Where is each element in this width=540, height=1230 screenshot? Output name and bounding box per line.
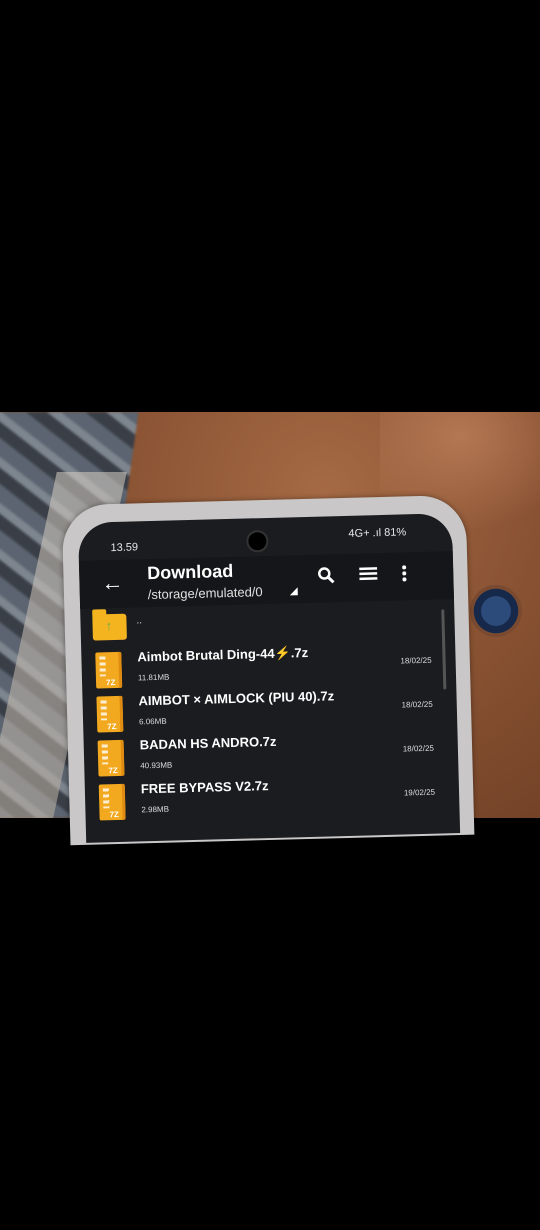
file-name: Aimbot Brutal Ding-44⚡.7z [137,644,309,665]
status-time: 13.59 [110,541,139,555]
search-icon[interactable] [317,566,336,589]
page-title: Download [146,560,234,584]
archive-7z-icon: 7Z [98,783,126,821]
camera-cutout [246,529,269,553]
archive-7z-icon: 7Z [95,651,123,689]
list-view-icon[interactable] [359,565,378,586]
file-size: 11.81MB [137,672,170,683]
arrow-left-icon[interactable]: ← [101,570,124,597]
archive-7z-icon: 7Z [97,739,125,777]
file-date: 18/02/25 [400,655,432,666]
file-name: BADAN HS ANDRO.7z [139,733,277,753]
phone-screen: 13.59 4G+ .ıl 81% ← Download /storage/em… [77,513,461,843]
app-toolbar: ← Download /storage/emulated/0 [78,551,454,609]
more-vert-icon[interactable] [401,564,408,587]
file-name: FREE BYPASS V2.7z [140,778,269,797]
path-dropdown-icon[interactable] [289,587,298,596]
file-date: 18/02/25 [402,743,435,754]
path-breadcrumb[interactable]: /storage/emulated/0 [148,584,263,602]
list-item[interactable]: 7Z FREE BYPASS V2.7z 2.98MB 19/02/25 [85,769,460,823]
status-indicators: 4G+ .ıl 81% [348,526,407,540]
round-object [470,585,522,637]
file-name: AIMBOT × AIMLOCK (PIU 40).7z [138,688,335,709]
file-size: 2.98MB [141,804,170,815]
archive-7z-icon: 7Z [96,695,124,733]
file-size: 6.06MB [138,716,167,727]
parent-label: .. [136,615,143,627]
folder-up-icon: ↑ [92,613,127,641]
file-list: ↑ .. 7Z Aimbot Brutal Ding-44⚡.7z 11.81M… [80,603,459,823]
file-date: 19/02/25 [403,787,436,798]
file-date: 18/02/25 [401,699,433,710]
file-size: 40.93MB [140,760,173,771]
